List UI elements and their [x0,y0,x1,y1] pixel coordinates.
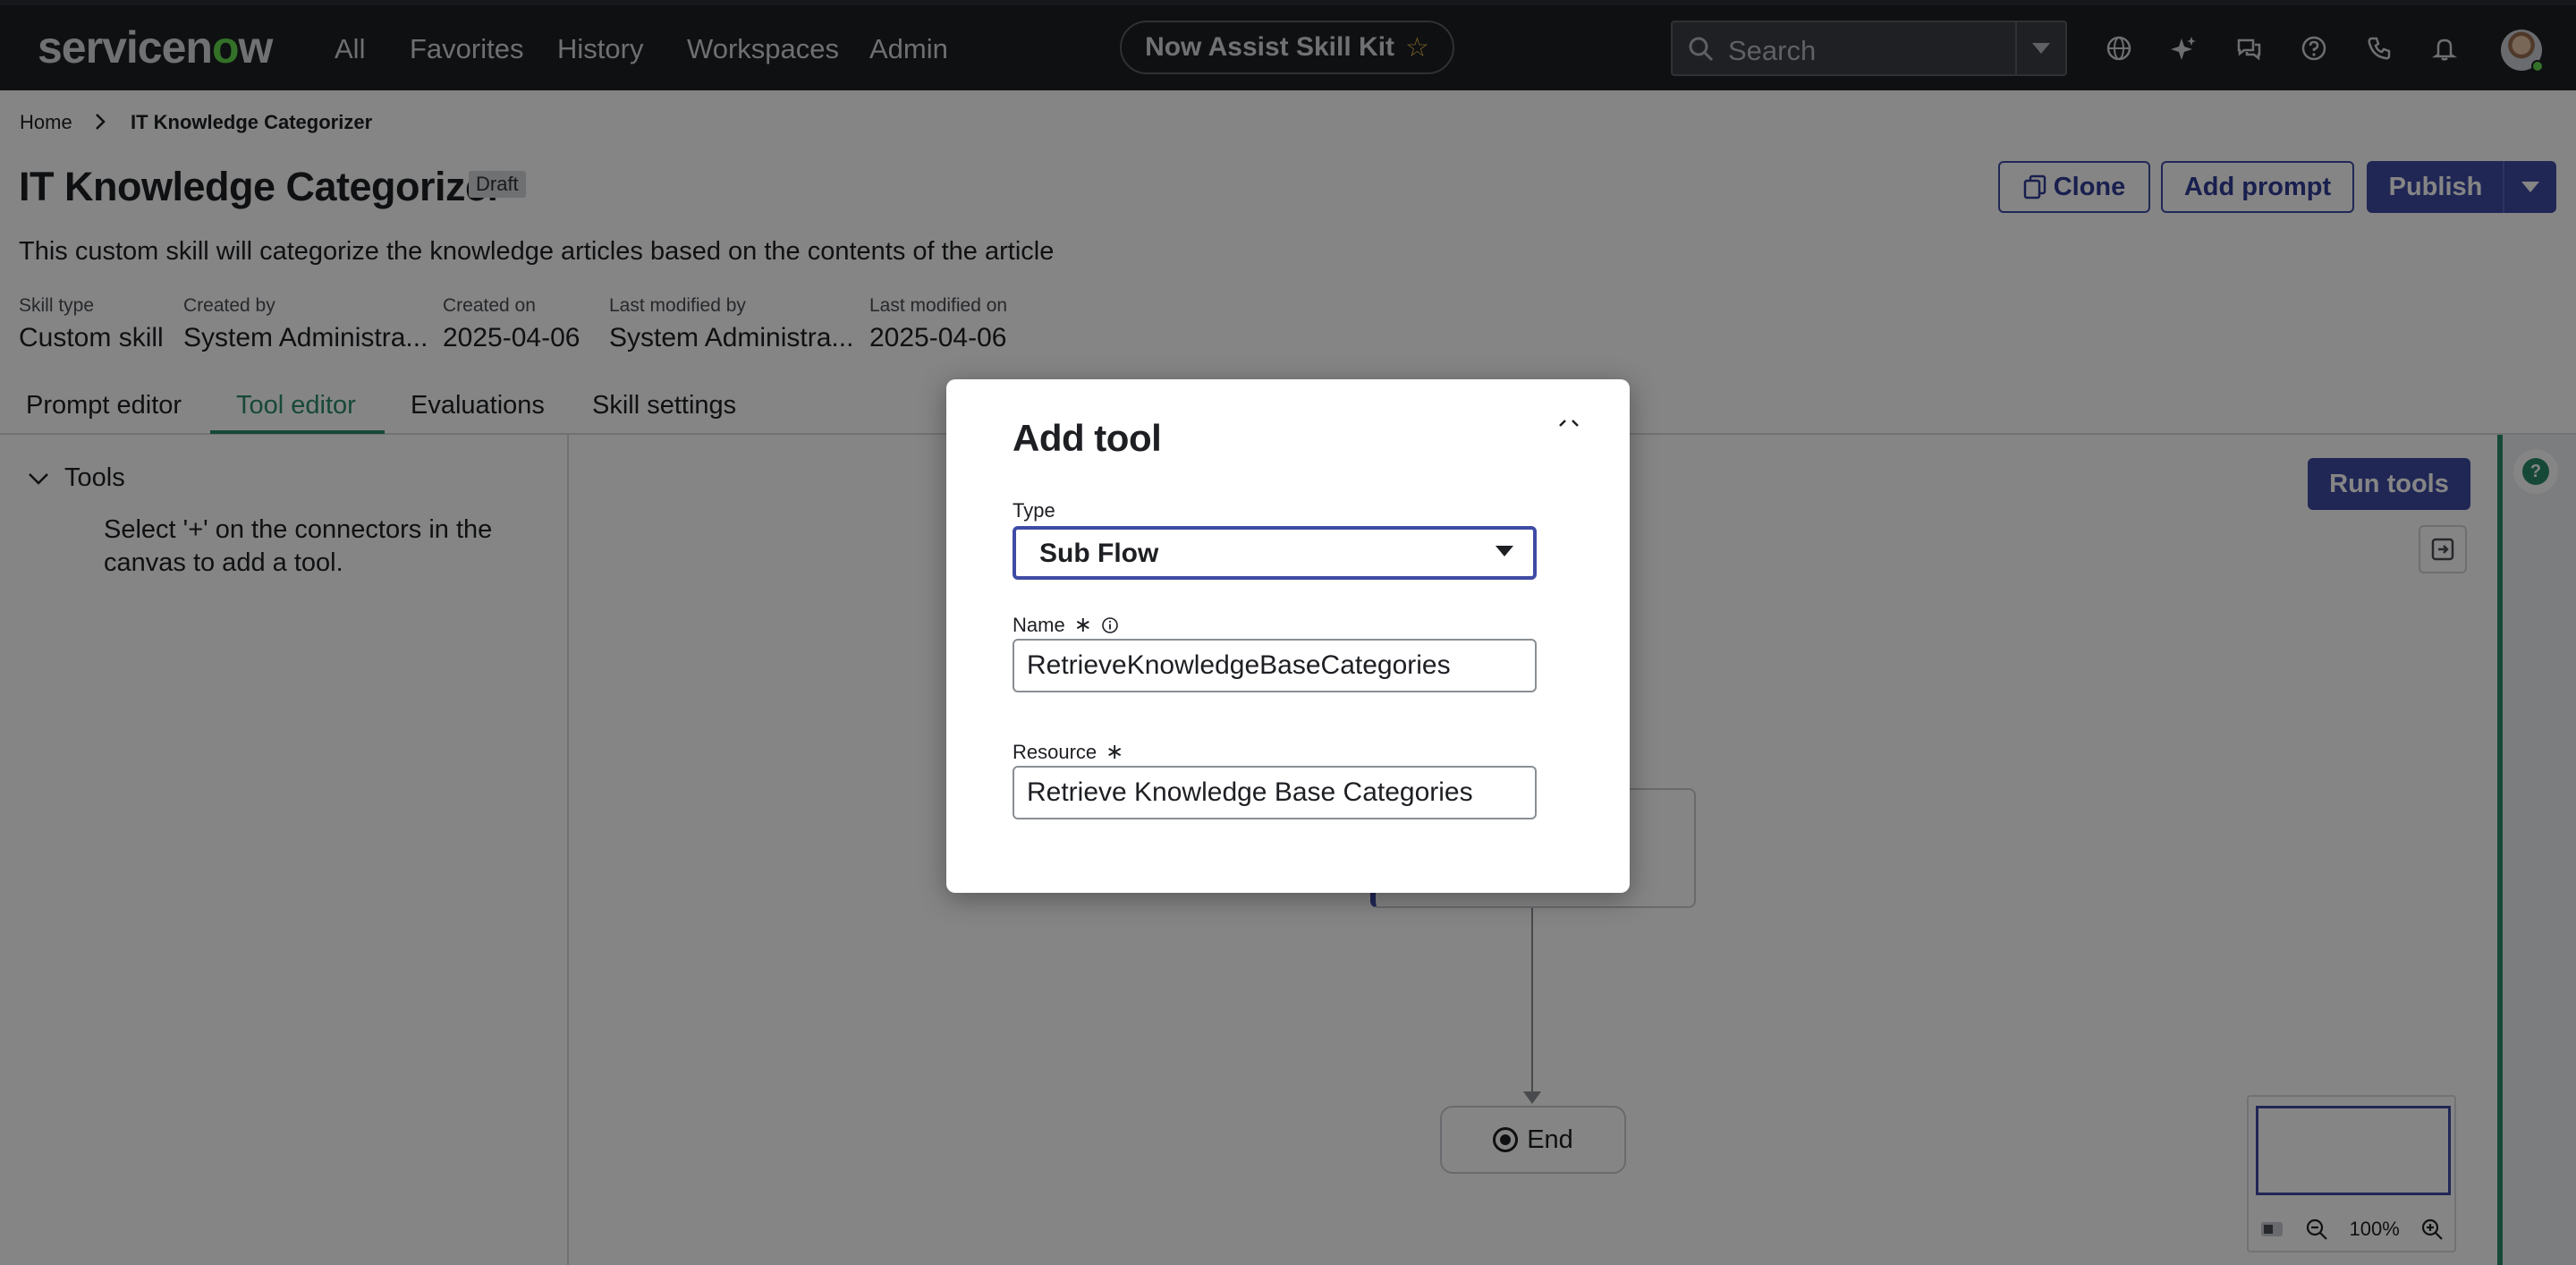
required-asterisk-icon: ∗ [1106,740,1124,764]
required-asterisk-icon: ∗ [1073,613,1092,637]
type-label-text: Type [1013,499,1055,522]
name-label-text: Name [1013,613,1065,636]
info-icon[interactable] [1101,616,1119,634]
name-input[interactable] [1013,639,1537,692]
add-tool-modal: Add tool Type Sub Flow Name ∗ Resource ∗ [946,379,1630,893]
type-field-label: Type [1013,499,1055,522]
modal-title: Add tool [1013,417,1162,459]
resource-input[interactable] [1013,766,1537,819]
name-field-label: Name ∗ [1013,612,1119,638]
type-select-value: Sub Flow [1039,539,1159,568]
close-icon[interactable] [1551,408,1587,444]
resource-field-label: Resource ∗ [1013,739,1123,765]
chevron-down-icon [1496,546,1513,556]
type-select[interactable]: Sub Flow [1013,526,1537,580]
resource-label-text: Resource [1013,740,1097,763]
